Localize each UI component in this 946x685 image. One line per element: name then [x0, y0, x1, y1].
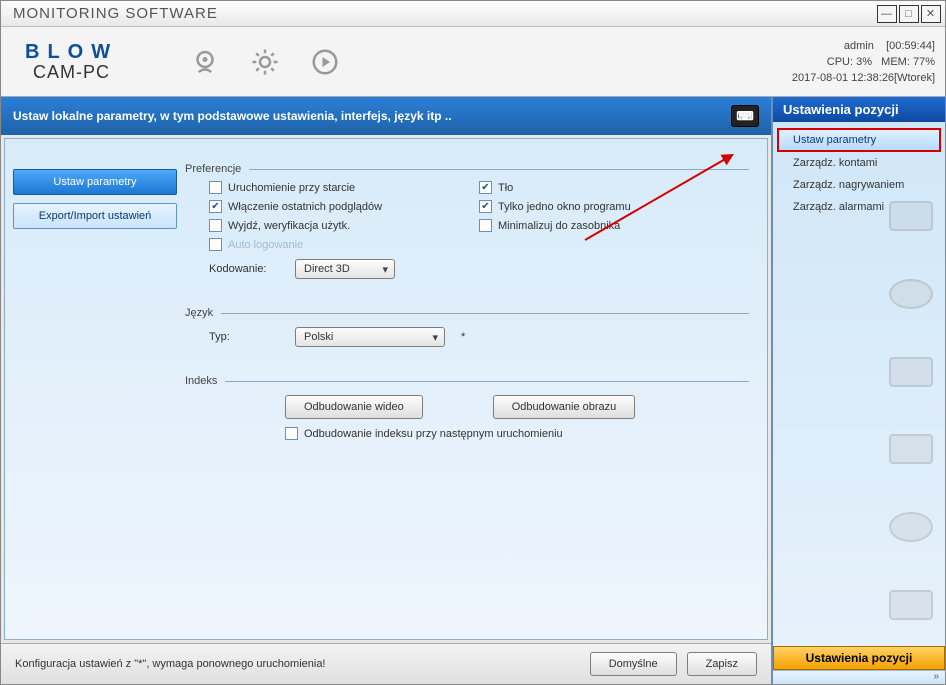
camera-icon[interactable]: [188, 45, 222, 79]
checkbox-startup[interactable]: [209, 181, 222, 194]
settings-form: Preferencje Uruchomienie przy starcie Tł…: [185, 139, 767, 639]
section-language: Język: [185, 307, 749, 319]
bottom-note: Konfiguracja ustawień z "*", wymaga pono…: [15, 658, 326, 670]
right-item-alarms[interactable]: Zarządz. alarmami: [777, 196, 941, 218]
label-lang-type: Typ:: [209, 331, 283, 343]
keyboard-icon[interactable]: ⌨: [731, 105, 759, 127]
settings-tabs: Ustaw parametry Export/Import ustawień: [5, 139, 185, 639]
status-uptime: [00:59:44]: [886, 40, 935, 52]
play-icon[interactable]: [308, 45, 342, 79]
rebuild-video-button[interactable]: Odbudowanie wideo: [285, 395, 423, 419]
combo-language[interactable]: Polski: [295, 327, 445, 347]
status-cpu: 3%: [856, 56, 872, 68]
settings-subheader: Ustaw lokalne parametry, w tym podstawow…: [1, 97, 771, 135]
app-header: BLOW CAM-PC admin [00:59:44] CPU: 3% MEM…: [1, 27, 945, 97]
minimize-button[interactable]: —: [877, 5, 897, 23]
tab-set-parameters[interactable]: Ustaw parametry: [13, 169, 177, 195]
status-user: admin: [844, 40, 874, 52]
checkbox-minimize-tray[interactable]: [479, 219, 492, 232]
checkbox-background[interactable]: [479, 181, 492, 194]
checkbox-last-previews[interactable]: [209, 200, 222, 213]
window-titlebar: MONITORING SOFTWARE — □ ✕: [1, 1, 945, 27]
checkbox-exit-verify[interactable]: [209, 219, 222, 232]
right-panel-bottom-tab[interactable]: Ustawienia pozycji: [773, 646, 945, 670]
status-datetime: 2017-08-01 12:38:26[Wtorek]: [792, 70, 935, 86]
label-background: Tło: [498, 182, 513, 194]
right-item-accounts[interactable]: Zarządz. kontami: [777, 152, 941, 174]
label-one-window: Tylko jedno okno programu: [498, 201, 631, 213]
right-panel-items: Ustaw parametry Zarządz. kontami Zarządz…: [773, 122, 945, 224]
save-button[interactable]: Zapisz: [687, 652, 757, 676]
section-language-label: Język: [185, 307, 213, 319]
checkbox-auto-login: [209, 238, 222, 251]
label-startup: Uruchomienie przy starcie: [228, 182, 355, 194]
status-mem: 77%: [913, 56, 935, 68]
label-last-previews: Włączenie ostatnich podglądów: [228, 201, 382, 213]
restart-required-star: *: [461, 331, 465, 343]
right-panel-expand[interactable]: »: [773, 670, 945, 684]
window-title: MONITORING SOFTWARE: [13, 5, 218, 22]
maximize-button[interactable]: □: [899, 5, 919, 23]
label-encoding: Kodowanie:: [209, 263, 283, 275]
checkbox-rebuild-next[interactable]: [285, 427, 298, 440]
header-status: admin [00:59:44] CPU: 3% MEM: 77% 2017-0…: [792, 38, 935, 86]
section-index: Indeks: [185, 375, 749, 387]
header-icons: [188, 45, 342, 79]
checkbox-one-window[interactable]: [479, 200, 492, 213]
section-preferences-label: Preferencje: [185, 163, 241, 175]
right-item-set-parameters[interactable]: Ustaw parametry: [777, 128, 941, 152]
close-button[interactable]: ✕: [921, 5, 941, 23]
combo-encoding[interactable]: Direct 3D: [295, 259, 395, 279]
bottom-bar: Konfiguracja ustawień z "*", wymaga pono…: [1, 643, 771, 684]
label-exit-verify: Wyjdź, weryfikacja użytk.: [228, 220, 350, 232]
logo-text: BLOW: [25, 41, 118, 64]
status-cpu-label: CPU:: [827, 56, 853, 68]
gear-icon[interactable]: [248, 45, 282, 79]
right-panel-header: Ustawienia pozycji: [773, 97, 945, 122]
status-mem-label: MEM:: [881, 56, 910, 68]
rebuild-image-button[interactable]: Odbudowanie obrazu: [493, 395, 636, 419]
label-rebuild-next: Odbudowanie indeksu przy następnym uruch…: [304, 428, 563, 440]
section-index-label: Indeks: [185, 375, 217, 387]
defaults-button[interactable]: Domyślne: [590, 652, 677, 676]
section-preferences: Preferencje: [185, 163, 749, 175]
tab-export-import[interactable]: Export/Import ustawień: [13, 203, 177, 229]
logo-subtitle: CAM-PC: [33, 62, 110, 83]
label-auto-login: Auto logowanie: [228, 239, 303, 251]
logo: BLOW CAM-PC: [25, 41, 118, 83]
right-item-recording[interactable]: Zarządz. nagrywaniem: [777, 174, 941, 196]
settings-subheader-text: Ustaw lokalne parametry, w tym podstawow…: [13, 109, 452, 123]
right-panel: Ustawienia pozycji Ustaw parametry Zarzą…: [772, 97, 945, 684]
